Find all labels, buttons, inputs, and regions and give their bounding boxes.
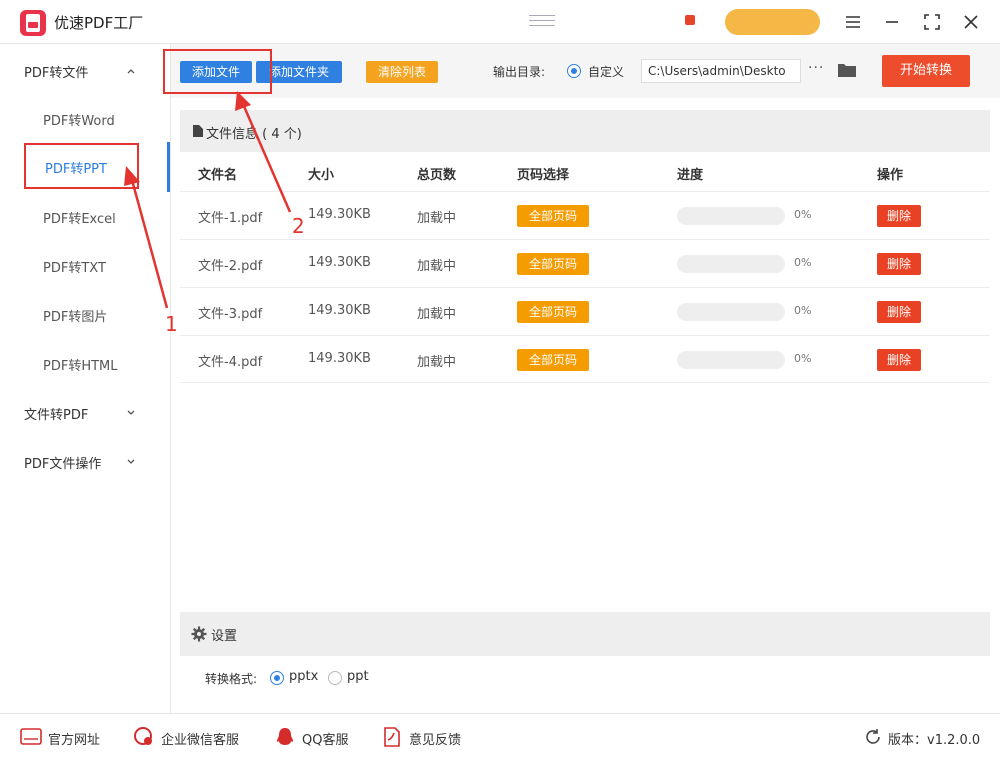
app-title: 优速PDF工厂 (54, 14, 144, 32)
progress-percent: 0% (794, 304, 812, 317)
website-link[interactable]: 官方网址 (48, 729, 100, 748)
format-label: 转换格式: (205, 672, 258, 686)
sidebar-item-pdf-to-word[interactable]: PDF转Word (43, 110, 115, 129)
progress-percent: 0% (794, 208, 812, 221)
title-bar: 优速PDF工厂 (0, 0, 1000, 44)
file-pages: 加载中 (417, 355, 457, 370)
footer: 官方网址 企业微信客服 QQ客服 意见反馈 版本：v1.2.0.0 (0, 713, 1000, 760)
file-name: 文件-2.pdf (198, 259, 263, 274)
file-info-header: 文件信息 ( 4 个) (180, 110, 990, 152)
progress-bar (677, 351, 785, 369)
progress-bar (677, 255, 785, 273)
wechat-service-link[interactable]: 企业微信客服 (161, 729, 239, 748)
delete-button[interactable]: 删除 (877, 205, 921, 227)
sidebar-group-pdf-operations[interactable]: PDF文件操作 (24, 453, 101, 472)
file-size: 149.30KB (308, 351, 371, 366)
feedback-link[interactable]: 意见反馈 (409, 729, 461, 748)
column-header: 大小 (308, 168, 335, 183)
settings-body: 转换格式: pptx ppt (180, 656, 990, 702)
column-header: 文件名 (198, 168, 238, 183)
folder-icon[interactable] (837, 62, 857, 78)
file-size: 149.30KB (308, 303, 371, 318)
annotation-highlight-box (163, 49, 272, 94)
delete-button[interactable]: 删除 (877, 301, 921, 323)
sidebar-item-pdf-to-ppt[interactable]: PDF转PPT (24, 143, 139, 189)
sidebar-item-pdf-to-html[interactable]: PDF转HTML (43, 355, 118, 374)
gear-icon (191, 626, 207, 642)
table-row[interactable]: 文件-3.pdf 149.30KB 加载中 全部页码 0% 删除 (180, 287, 990, 335)
sidebar: PDF转文件 PDF转Word PDF转PPT PDF转Excel PDF转TX… (0, 44, 171, 713)
table-row[interactable]: 文件-2.pdf 149.30KB 加载中 全部页码 0% 删除 (180, 239, 990, 287)
format-ppt-label: ppt (347, 669, 369, 684)
sidebar-group-file-to-pdf[interactable]: 文件转PDF (24, 404, 88, 423)
page-select-button[interactable]: 全部页码 (517, 301, 589, 323)
output-custom-radio[interactable] (567, 64, 581, 78)
output-custom-label: 自定义 (588, 65, 625, 79)
page-select-button[interactable]: 全部页码 (517, 205, 589, 227)
file-size: 149.30KB (308, 255, 371, 270)
file-icon (193, 125, 203, 137)
menu-icon[interactable] (842, 11, 864, 33)
column-header: 总页数 (417, 168, 457, 183)
version-text: 版本：v1.2.0.0 (888, 733, 981, 748)
chevron-up-icon (127, 69, 135, 74)
sidebar-item-label: PDF转PPT (45, 162, 107, 177)
progress-percent: 0% (794, 352, 812, 365)
close-icon[interactable] (960, 11, 982, 33)
annotation-number-2: 2 (292, 214, 305, 238)
notification-badge-icon[interactable] (685, 15, 695, 25)
column-header: 页码选择 (517, 168, 570, 183)
qq-icon (277, 728, 293, 745)
file-size: 149.30KB (308, 207, 371, 222)
sidebar-item-pdf-to-excel[interactable]: PDF转Excel (43, 208, 116, 227)
website-icon (20, 728, 42, 745)
sidebar-group-pdf-to-file[interactable]: PDF转文件 (24, 62, 88, 81)
file-pages: 加载中 (417, 259, 457, 274)
column-header: 进度 (677, 168, 704, 183)
chevron-down-icon (127, 410, 135, 415)
output-path-input[interactable] (641, 59, 801, 83)
file-pages: 加载中 (417, 307, 457, 322)
sidebar-item-pdf-to-image[interactable]: PDF转图片 (43, 306, 107, 325)
annotation-number-1: 1 (165, 312, 178, 336)
file-name: 文件-3.pdf (198, 307, 263, 322)
progress-bar (677, 303, 785, 321)
file-name: 文件-1.pdf (198, 211, 263, 226)
wechat-icon (134, 727, 152, 745)
app-logo-icon (20, 10, 46, 36)
chevron-down-icon (127, 459, 135, 464)
file-pages: 加载中 (417, 211, 457, 226)
vip-button[interactable] (725, 9, 820, 35)
promo-icon[interactable] (527, 12, 557, 30)
progress-bar (677, 207, 785, 225)
feedback-icon (384, 727, 400, 747)
maximize-icon[interactable] (921, 11, 943, 33)
format-pptx-radio[interactable] (270, 671, 284, 685)
more-options-icon[interactable]: ··· (808, 60, 824, 76)
page-select-button[interactable]: 全部页码 (517, 349, 589, 371)
refresh-icon[interactable] (864, 728, 882, 746)
progress-percent: 0% (794, 256, 812, 269)
qq-service-link[interactable]: QQ客服 (302, 729, 348, 748)
start-convert-button[interactable]: 开始转换 (882, 55, 970, 87)
file-info-title: 文件信息 ( 4 个) (206, 127, 302, 142)
delete-button[interactable]: 删除 (877, 253, 921, 275)
active-indicator (167, 142, 170, 192)
settings-title: 设置 (211, 629, 238, 644)
clear-list-button[interactable]: 清除列表 (366, 61, 438, 83)
minimize-icon[interactable] (881, 11, 903, 33)
sidebar-item-pdf-to-txt[interactable]: PDF转TXT (43, 257, 106, 276)
file-name: 文件-4.pdf (198, 355, 263, 370)
output-dir-label: 输出目录: (493, 65, 546, 79)
delete-button[interactable]: 删除 (877, 349, 921, 371)
table-row[interactable]: 文件-4.pdf 149.30KB 加载中 全部页码 0% 删除 (180, 335, 990, 383)
page-select-button[interactable]: 全部页码 (517, 253, 589, 275)
format-ppt-radio[interactable] (328, 671, 342, 685)
column-header: 操作 (877, 168, 904, 183)
format-pptx-label: pptx (289, 669, 319, 684)
settings-header: 设置 (180, 612, 990, 656)
